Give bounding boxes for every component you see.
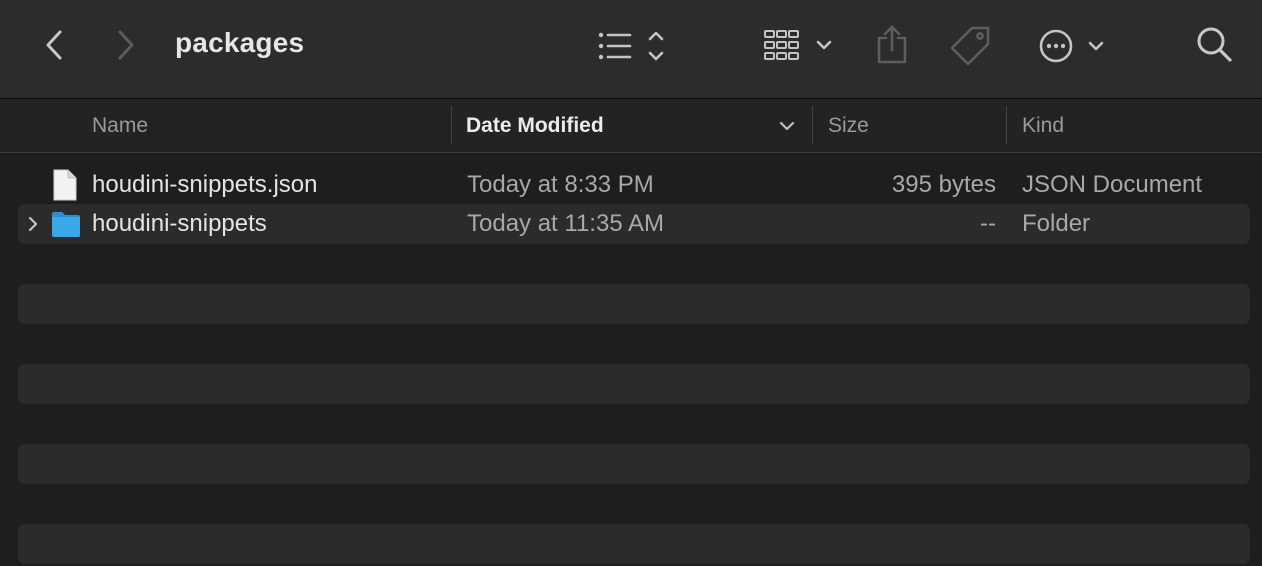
sort-descending-icon xyxy=(779,121,795,131)
folder-icon xyxy=(52,212,80,237)
grid-group-icon xyxy=(764,30,832,60)
column-divider[interactable] xyxy=(1006,106,1007,144)
column-name-label: Name xyxy=(92,113,149,137)
view-options-button[interactable] xyxy=(594,26,670,66)
group-button[interactable] xyxy=(760,26,836,66)
window-title: packages xyxy=(175,27,305,58)
chevron-right-icon xyxy=(118,30,134,60)
search-button[interactable] xyxy=(1194,24,1236,66)
share-icon xyxy=(877,25,907,64)
empty-row-stripe xyxy=(18,364,1250,404)
file-row[interactable]: houdini-snippets.json Today at 8:33 PM 3… xyxy=(0,165,1262,205)
back-button[interactable] xyxy=(36,26,72,64)
share-button[interactable] xyxy=(872,22,912,68)
chevron-left-icon xyxy=(46,30,62,60)
file-kind: Folder xyxy=(1022,210,1091,237)
column-divider[interactable] xyxy=(812,106,813,144)
column-date-modified-label: Date Modified xyxy=(466,113,604,137)
file-kind: JSON Document xyxy=(1022,171,1203,198)
empty-row-stripe xyxy=(18,444,1250,484)
tag-button[interactable] xyxy=(948,24,994,68)
file-name: houdini-snippets.json xyxy=(92,171,318,198)
column-size[interactable]: Size xyxy=(828,99,998,152)
column-divider[interactable] xyxy=(451,106,452,144)
column-header: Name Date Modified Size Kind xyxy=(0,99,1262,153)
file-row[interactable]: houdini-snippets Today at 11:35 AM -- Fo… xyxy=(18,204,1250,244)
file-date-modified: Today at 11:35 AM xyxy=(467,210,665,237)
empty-row-stripe xyxy=(18,284,1250,324)
list-view-icon xyxy=(598,31,664,61)
document-icon xyxy=(53,169,77,201)
column-name[interactable]: Name xyxy=(92,99,442,152)
ellipsis-circle-icon xyxy=(1039,29,1104,63)
file-size: -- xyxy=(980,210,996,237)
forward-button[interactable] xyxy=(108,26,144,64)
more-actions-button[interactable] xyxy=(1036,24,1110,68)
tag-icon xyxy=(950,26,990,66)
column-kind[interactable]: Kind xyxy=(1022,99,1252,152)
empty-row-stripe xyxy=(18,524,1250,564)
file-date-modified: Today at 8:33 PM xyxy=(467,171,654,198)
column-size-label: Size xyxy=(828,113,869,137)
search-icon xyxy=(1197,27,1232,62)
finder-window: packages Name Date Modified Size Kind ho… xyxy=(0,0,1262,566)
file-size: 395 bytes xyxy=(891,171,996,198)
column-kind-label: Kind xyxy=(1022,113,1065,137)
toolbar: packages xyxy=(0,0,1262,99)
disclosure-triangle-icon[interactable] xyxy=(27,216,39,232)
file-name: houdini-snippets xyxy=(92,210,267,237)
column-date-modified[interactable]: Date Modified xyxy=(466,99,802,152)
